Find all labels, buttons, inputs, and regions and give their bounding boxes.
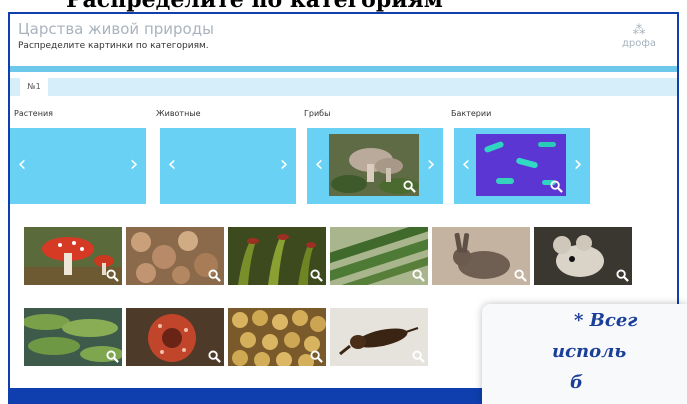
top-caption: Распределите по категориям [0, 0, 687, 12]
overlay-note: * Всег исполь б [482, 304, 687, 404]
category-box-fungi[interactable]: ‹ › [307, 128, 443, 204]
bacteria-image[interactable] [476, 134, 566, 196]
gallery-item-fly-agaric[interactable] [24, 227, 122, 285]
chevron-left-icon[interactable]: ‹ [311, 154, 327, 176]
zoom-in-icon[interactable] [310, 269, 323, 282]
chevron-right-icon[interactable]: › [423, 154, 439, 176]
logo-mark-icon: ⁂ [632, 23, 646, 38]
note-line-1: * Всег [574, 310, 638, 331]
category-box-animals[interactable]: ‹ › [160, 128, 296, 204]
chevron-right-icon[interactable]: › [570, 154, 586, 176]
gallery-item-mouse[interactable] [534, 227, 632, 285]
gallery-item-spirogyra[interactable] [330, 227, 428, 285]
top-caption-text: Распределите по категориям [66, 0, 443, 12]
zoom-in-icon[interactable] [310, 350, 323, 363]
gallery-item-hare[interactable] [432, 227, 530, 285]
category-label-plants: Растения [14, 109, 53, 118]
category-box-bacteria[interactable]: ‹ › [454, 128, 590, 204]
gallery-item-coral-algae[interactable] [126, 227, 224, 285]
header-divider [10, 66, 677, 72]
page-title: Царства живой природы [18, 20, 214, 38]
chevron-left-icon[interactable]: ‹ [14, 154, 30, 176]
logo-text: дрофа [621, 38, 657, 49]
zoom-in-icon[interactable] [403, 180, 416, 193]
zoom-in-icon[interactable] [412, 269, 425, 282]
note-line-2: исполь [552, 341, 627, 362]
zoom-in-icon[interactable] [106, 269, 119, 282]
mushroom-image[interactable] [329, 134, 419, 196]
gallery-item-water-lily[interactable] [24, 308, 122, 366]
category-label-animals: Животные [156, 109, 201, 118]
gallery-item-mole-cricket[interactable] [330, 308, 428, 366]
note-line-3: б [570, 372, 583, 393]
gallery-item-yeast[interactable] [228, 308, 326, 366]
zoom-in-icon[interactable] [208, 350, 221, 363]
tab-bar: №1 [10, 78, 677, 96]
category-box-plants[interactable]: ‹ › [10, 128, 146, 204]
gallery-item-sundew[interactable] [228, 227, 326, 285]
zoom-in-icon[interactable] [412, 350, 425, 363]
category-label-bacteria: Бактерии [451, 109, 492, 118]
zoom-in-icon[interactable] [208, 269, 221, 282]
publisher-logo: ⁂ дрофа [615, 24, 663, 50]
zoom-in-icon[interactable] [550, 180, 563, 193]
zoom-in-icon[interactable] [616, 269, 629, 282]
chevron-left-icon[interactable]: ‹ [458, 154, 474, 176]
zoom-in-icon[interactable] [514, 269, 527, 282]
zoom-in-icon[interactable] [106, 350, 119, 363]
tab-1[interactable]: №1 [20, 78, 48, 96]
gallery-item-rafflesia[interactable] [126, 308, 224, 366]
category-label-fungi: Грибы [304, 109, 331, 118]
page-subtitle: Распределите картинки по категориям. [18, 41, 209, 51]
chevron-right-icon[interactable]: › [126, 154, 142, 176]
chevron-left-icon[interactable]: ‹ [164, 154, 180, 176]
chevron-right-icon[interactable]: › [276, 154, 292, 176]
